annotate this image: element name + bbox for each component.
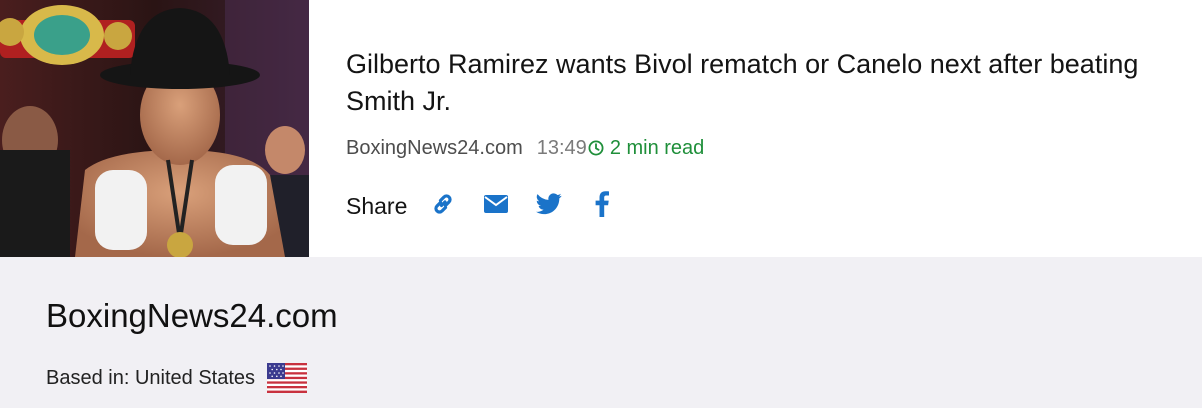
twitter-icon[interactable] — [535, 190, 563, 218]
share-label: Share — [346, 192, 408, 219]
article-card: Gilberto Ramirez wants Bivol rematch or … — [0, 0, 1202, 257]
article-title[interactable]: Gilberto Ramirez wants Bivol rematch or … — [346, 46, 1186, 120]
article-time: 13:49 — [536, 137, 587, 159]
us-flag-icon — [267, 363, 308, 393]
clock-icon — [588, 140, 604, 156]
read-time: 2 min read — [588, 136, 705, 160]
read-time-label: 2 min read — [609, 137, 705, 159]
publisher-name[interactable]: BoxingNews24.com — [46, 296, 338, 336]
publisher-location: Based in: United States — [46, 362, 308, 394]
share-bar: Share — [346, 186, 641, 222]
facebook-icon[interactable] — [588, 190, 616, 218]
article-thumbnail[interactable] — [0, 0, 309, 257]
envelope-icon[interactable] — [482, 190, 510, 218]
article-meta: BoxingNews24.com 13:49 2 min read — [346, 136, 704, 160]
boxer-photo — [0, 0, 309, 257]
article-source[interactable]: BoxingNews24.com — [346, 136, 523, 160]
link-icon[interactable] — [429, 190, 457, 218]
based-in-label: Based in: United States — [46, 366, 256, 389]
